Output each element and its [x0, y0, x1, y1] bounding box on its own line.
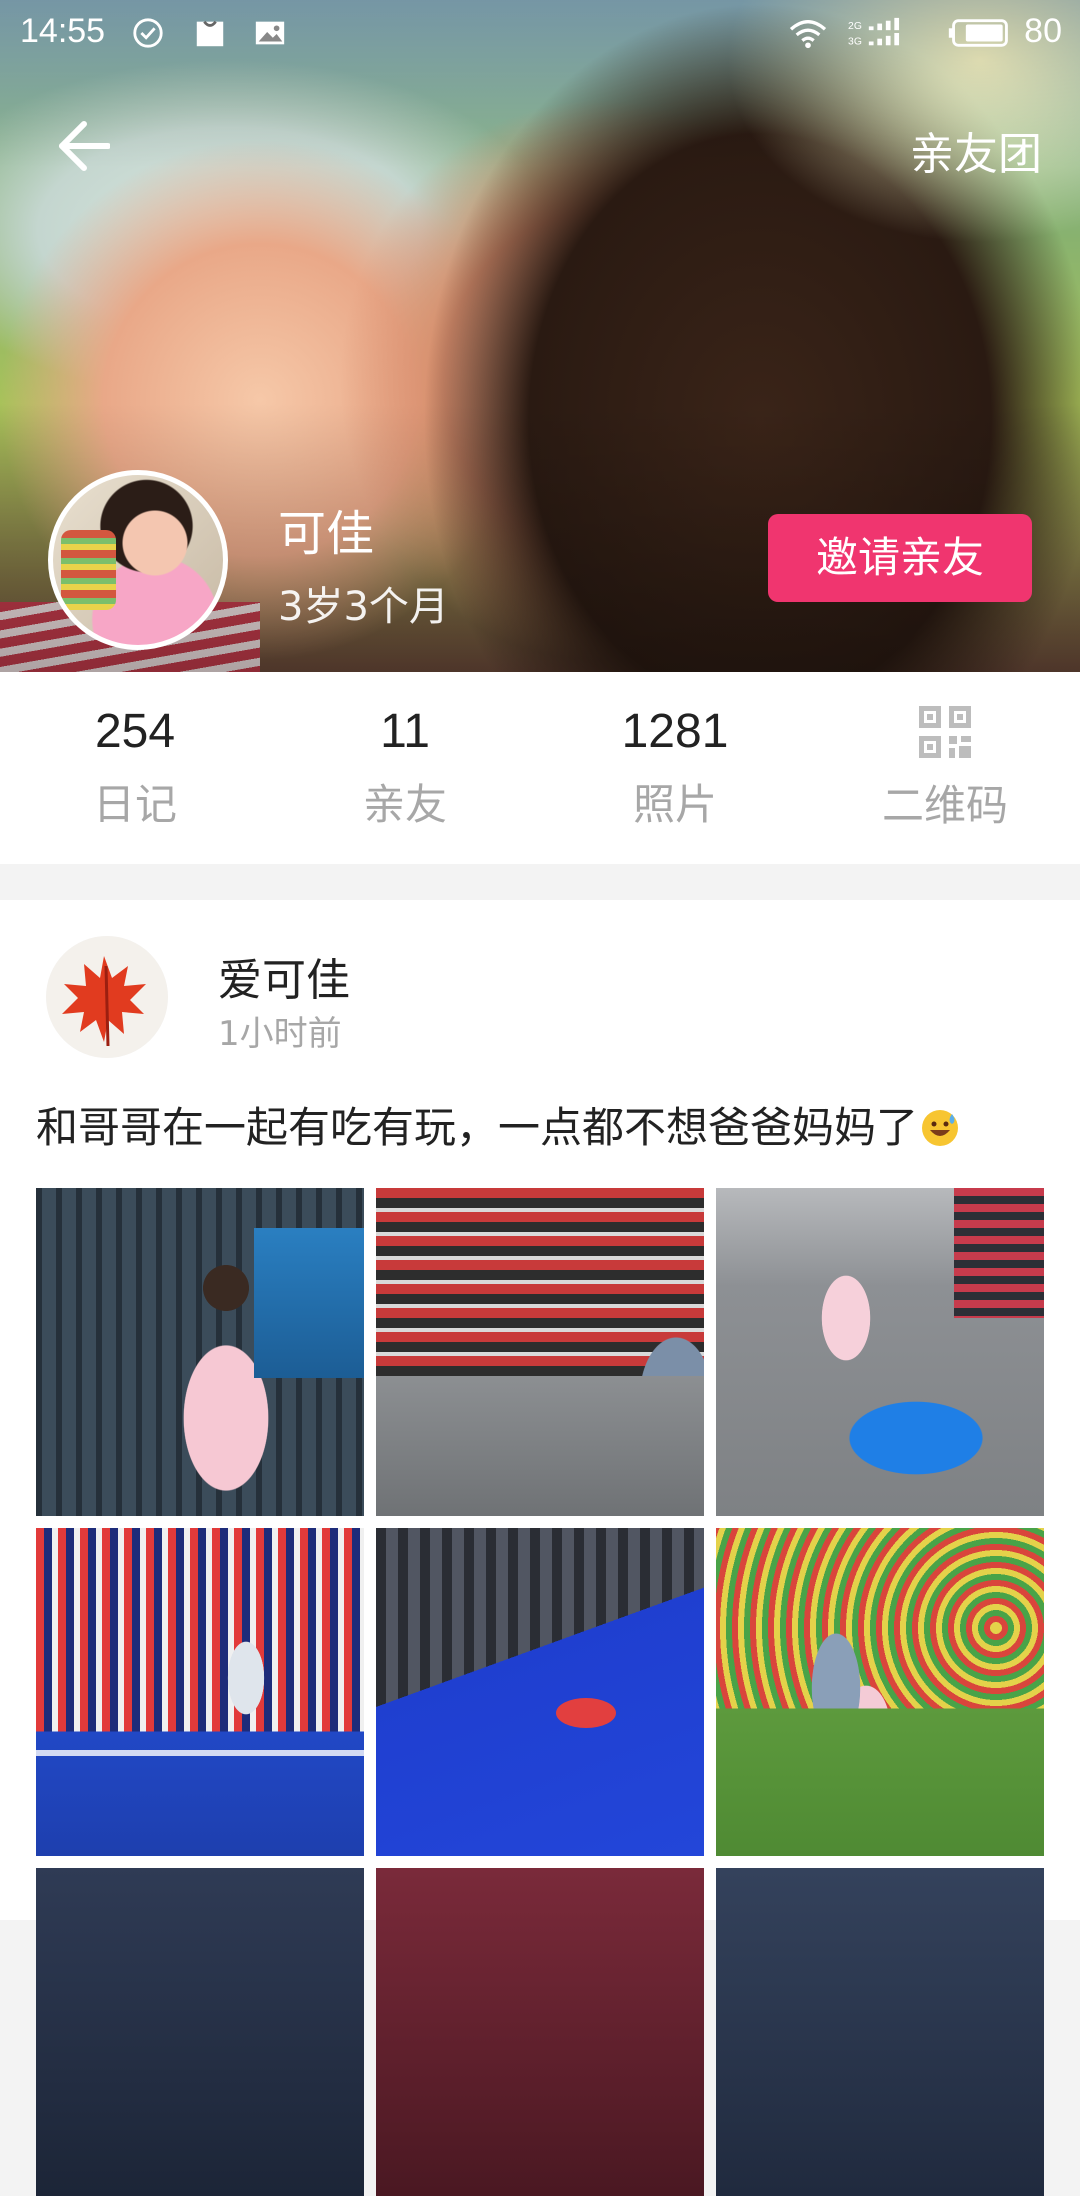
- post-photo[interactable]: [36, 1528, 364, 1856]
- signal-icon: 2G 3G: [848, 17, 900, 47]
- friends-group-link[interactable]: 亲友团: [910, 118, 1042, 182]
- stat-friends[interactable]: 11 亲友: [270, 672, 540, 864]
- qrcode-icon: [919, 706, 971, 758]
- stat-label: 日记: [92, 780, 177, 829]
- invite-friends-button[interactable]: 邀请亲友: [768, 514, 1032, 602]
- post-author[interactable]: 爱可佳: [218, 944, 350, 1008]
- image-icon: [255, 21, 285, 45]
- stat-qrcode[interactable]: 二维码: [810, 672, 1080, 864]
- diary-post-card: 爱可佳 1小时前 和哥哥在一起有吃有玩，一点都不想爸爸妈妈了: [0, 900, 1080, 2196]
- sweat-smile-emoji-icon: [922, 1110, 959, 1146]
- post-text: 和哥哥在一起有吃有玩，一点都不想爸爸妈妈了: [36, 1094, 960, 1155]
- stats-bar: 254 日记 11 亲友 1281 照片 二维码: [0, 672, 1080, 864]
- battery-icon: [948, 19, 1008, 47]
- stat-diary[interactable]: 254 日记: [0, 672, 270, 864]
- shopping-bag-icon: [196, 20, 224, 47]
- avatar-photo-detail: [61, 530, 116, 610]
- stat-photos[interactable]: 1281 照片: [540, 672, 810, 864]
- stat-label: 照片: [632, 780, 717, 829]
- check-circle-icon: [133, 18, 163, 48]
- baby-age: 3岁3个月: [278, 584, 449, 630]
- author-avatar[interactable]: [46, 936, 168, 1058]
- status-bar: 14:55 2G 3G 80: [0, 0, 1080, 66]
- cover-photo[interactable]: 14:55 2G 3G 80 亲友团 可佳 3岁3个月 邀请亲友: [0, 0, 1080, 672]
- post-photo[interactable]: [36, 1868, 364, 2196]
- stat-label: 二维码: [881, 781, 1008, 830]
- post-photo[interactable]: [716, 1868, 1044, 2196]
- arrow-left-icon[interactable]: [54, 118, 110, 174]
- stat-value: 11: [380, 705, 430, 758]
- stat-value: 254: [94, 705, 176, 758]
- wifi-icon: [789, 20, 827, 49]
- svg-text:3G: 3G: [848, 36, 862, 47]
- post-photo[interactable]: [36, 1188, 364, 1516]
- stat-value: 1281: [621, 705, 729, 758]
- post-photo[interactable]: [716, 1188, 1044, 1516]
- post-photo[interactable]: [376, 1528, 704, 1856]
- svg-text:2G: 2G: [848, 21, 862, 32]
- status-time: 14:55: [20, 12, 106, 50]
- baby-name: 可佳: [278, 506, 375, 562]
- baby-avatar[interactable]: [48, 470, 228, 650]
- stat-label: 亲友: [362, 780, 447, 829]
- post-photo[interactable]: [376, 1188, 704, 1516]
- post-text-content: 和哥哥在一起有吃有玩，一点都不想爸爸妈妈了: [36, 1103, 919, 1152]
- post-photo[interactable]: [716, 1528, 1044, 1856]
- battery-percent: 80: [1024, 12, 1062, 50]
- post-photo[interactable]: [376, 1868, 704, 2196]
- post-time: 1小时前: [218, 1014, 342, 1054]
- maple-leaf-icon: [46, 936, 168, 1058]
